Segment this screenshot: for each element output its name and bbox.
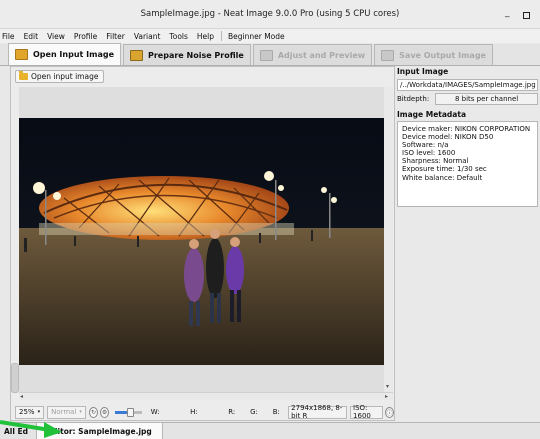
- height-label: H:: [190, 408, 198, 416]
- open-image-icon: [15, 49, 28, 60]
- green-label: G:: [250, 408, 258, 416]
- folder-icon: [19, 71, 28, 80]
- refresh-icon[interactable]: ↻: [88, 406, 98, 418]
- scroll-right-icon[interactable]: ▸: [385, 393, 388, 400]
- menu-variant[interactable]: Variant: [134, 32, 161, 41]
- menu-file[interactable]: File: [2, 32, 15, 41]
- width-label: W:: [150, 408, 160, 416]
- image-info-field: 2794x1868, 8-bit R: [288, 404, 348, 420]
- iso-value: ISO: 1600: [353, 404, 371, 420]
- tab-open-input-image[interactable]: Open Input Image: [8, 43, 121, 65]
- iso-field: ISO: 1600: [350, 404, 383, 420]
- tab-adjust-and-preview[interactable]: Adjust and Preview: [252, 44, 373, 65]
- menu-edit[interactable]: Edit: [24, 32, 39, 41]
- stadium-night-photo: [19, 118, 392, 365]
- editor-tabs: All Ed Editor: SampleImage.jpg: [0, 422, 540, 439]
- image-metadata-title: Image Metadata: [397, 110, 467, 119]
- menu-profile[interactable]: Profile: [74, 32, 97, 41]
- tab-label: Prepare Noise Profile: [148, 50, 244, 60]
- bitdepth-row: Bitdepth: 8 bits per channel: [397, 93, 538, 105]
- info-pane: Input Image /../Workdata/IMAGES/SampleIm…: [395, 66, 540, 421]
- metadata-line: Exposure time: 1/30 sec: [402, 165, 487, 174]
- bitdepth-value: 8 bits per channel: [435, 93, 538, 105]
- chevron-down-icon: ▾: [79, 409, 82, 415]
- panel-resize-handle[interactable]: [11, 363, 19, 393]
- metadata-line: Software: n/a: [402, 141, 449, 150]
- menu-filter[interactable]: Filter: [106, 32, 125, 41]
- tab-label: Save Output Image: [399, 50, 486, 60]
- input-path-field[interactable]: /../Workdata/IMAGES/SampleImage.jpg: [397, 79, 538, 91]
- tab-save-output-image[interactable]: Save Output Image: [374, 44, 493, 65]
- red-label: R:: [228, 408, 236, 416]
- metadata-line: ISO level: 1600: [402, 149, 456, 158]
- scroll-down-icon[interactable]: ▾: [386, 383, 389, 390]
- input-image-title: Input Image: [397, 67, 449, 76]
- settings-icon[interactable]: ⚙: [99, 406, 110, 418]
- image-pane: Open input image ▾ ◂ ▸ 25% ▾ Normal ▾ ↻ …: [10, 66, 395, 421]
- bitdepth-label: Bitdepth:: [397, 95, 430, 103]
- title-bar: SampleImage.jpg - Neat Image 9.0.0 Pro (…: [0, 0, 540, 29]
- menu-tools[interactable]: Tools: [169, 32, 187, 41]
- horizontal-scrollbar[interactable]: ◂ ▸: [19, 392, 393, 400]
- pointer-arrow-icon: [0, 420, 62, 438]
- window-title: SampleImage.jpg - Neat Image 9.0.0 Pro (…: [140, 9, 400, 19]
- image-info: 2794x1868, 8-bit R: [291, 404, 343, 420]
- zoom-slider-knob[interactable]: [126, 407, 134, 417]
- image-viewport[interactable]: [19, 87, 392, 392]
- workflow-tabs: Open Input Image Prepare Noise Profile A…: [0, 43, 540, 66]
- input-photo: [19, 118, 392, 365]
- adjust-preview-icon: [259, 49, 273, 61]
- metadata-line: Sharpness: Normal: [402, 157, 469, 166]
- open-input-image-button[interactable]: Open input image: [15, 70, 105, 83]
- metadata-line: Device model: NIKON D50: [402, 133, 494, 142]
- metadata-line: Device maker: NIKON CORPORATION: [402, 125, 531, 133]
- tab-prepare-noise-profile[interactable]: Prepare Noise Profile: [123, 44, 251, 65]
- blue-label: B:: [272, 408, 280, 416]
- menu-view[interactable]: View: [47, 32, 65, 41]
- info-icon[interactable]: ⓘ: [384, 406, 394, 418]
- tab-label: Open Input Image: [33, 50, 114, 59]
- beginner-mode-toggle[interactable]: Beginner Mode: [228, 32, 285, 41]
- tab-label: Adjust and Preview: [277, 50, 366, 60]
- metadata-line: White balance: Default: [402, 173, 483, 182]
- vertical-scrollbar[interactable]: ▾: [384, 87, 393, 392]
- minimize-button[interactable]: _: [505, 8, 510, 18]
- menu-help[interactable]: Help: [197, 32, 214, 41]
- noise-profile-icon: [130, 49, 143, 61]
- maximize-button[interactable]: [523, 12, 530, 19]
- zoom-slider[interactable]: [115, 407, 142, 417]
- scroll-left-icon[interactable]: ◂: [20, 393, 23, 400]
- metadata-box[interactable]: Device maker: NIKON CORPORATION Device m…: [397, 121, 538, 207]
- save-output-icon: [381, 49, 395, 61]
- menu-separator: [221, 31, 223, 41]
- menu-bar: File Edit View Profile Filter Variant To…: [0, 29, 540, 43]
- open-button-label: Open input image: [31, 72, 99, 81]
